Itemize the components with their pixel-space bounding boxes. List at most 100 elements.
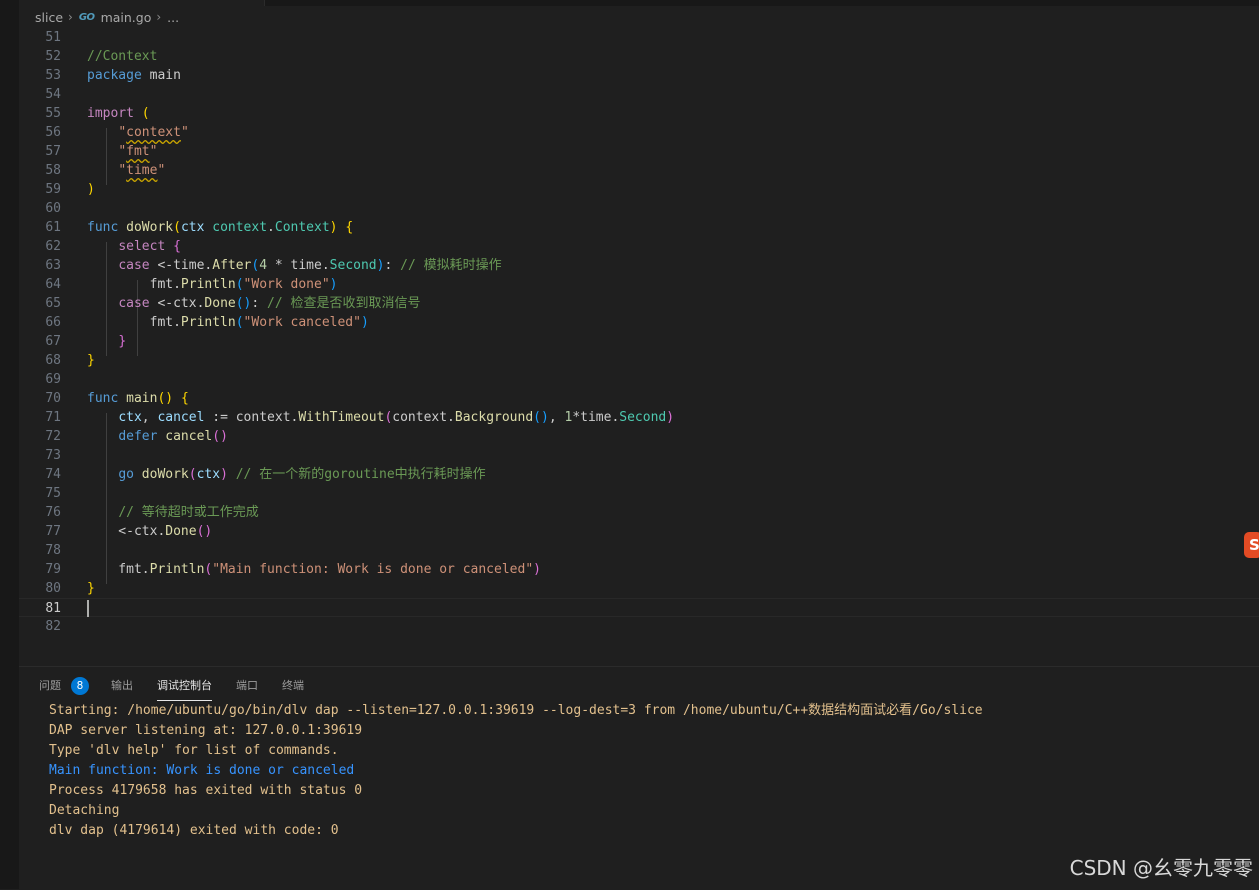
- line-number: 54: [45, 87, 61, 102]
- code-token: context: [126, 125, 181, 140]
- code-line[interactable]: 77 <-ctx.Done(): [19, 522, 1259, 541]
- line-code: import (: [87, 104, 150, 123]
- sogou-ime-icon[interactable]: S: [1244, 532, 1259, 558]
- code-token: 4: [259, 258, 268, 273]
- code-token: context.: [392, 410, 455, 425]
- code-token: doWork: [141, 467, 189, 482]
- line-code: // 等待超时或工作完成: [87, 503, 258, 522]
- code-line[interactable]: 82: [19, 617, 1259, 636]
- code-line[interactable]: 81: [19, 598, 1259, 617]
- breadcrumb-file[interactable]: main.go: [101, 10, 152, 25]
- activity-bar: [0, 0, 19, 889]
- tab-output[interactable]: 输出: [111, 678, 133, 700]
- code-token: ": [118, 144, 127, 159]
- code-line[interactable]: 61 func doWork(ctx context.Context) {: [19, 218, 1259, 237]
- breadcrumb-folder[interactable]: slice: [35, 10, 63, 25]
- line-code: //Context: [87, 47, 157, 66]
- code-token: ctx: [118, 410, 142, 425]
- line-number: 60: [45, 201, 61, 216]
- line-number: 52: [45, 49, 61, 64]
- console-line: DAP server listening at: 127.0.0.1:39619: [49, 723, 363, 738]
- code-line[interactable]: 71 ctx, cancel := context.WithTimeout(co…: [19, 408, 1259, 427]
- code-line[interactable]: 74 go doWork(ctx) // 在一个新的goroutine中执行耗时…: [19, 465, 1259, 484]
- breadcrumb-symbols[interactable]: ...: [167, 10, 179, 25]
- code-line[interactable]: 66 fmt.Println("Work canceled"): [19, 313, 1259, 332]
- code-line[interactable]: 60: [19, 199, 1259, 218]
- line-number: 69: [45, 372, 61, 387]
- code-line[interactable]: 56 "context": [19, 123, 1259, 142]
- tab-problems[interactable]: 问题: [39, 678, 61, 700]
- code-line[interactable]: 59): [19, 180, 1259, 199]
- code-editor[interactable]: 51 52//Context 53 package main 54 55 import (5…: [19, 28, 1259, 666]
- line-number: 61: [45, 220, 61, 235]
- code-token: After: [212, 258, 252, 273]
- line-number: 57: [45, 144, 61, 159]
- code-token: Done: [165, 524, 197, 539]
- code-token: ,: [141, 410, 158, 425]
- code-token: ": [118, 163, 127, 178]
- code-line[interactable]: 62 select {: [19, 237, 1259, 256]
- code-token: ): [533, 562, 541, 577]
- tab-debug-console[interactable]: 调试控制台: [157, 678, 212, 701]
- code-line[interactable]: 51: [19, 28, 1259, 47]
- line-number: 62: [45, 239, 61, 254]
- code-token: (: [235, 315, 244, 330]
- line-code: }: [87, 351, 95, 370]
- code-token: fmt.: [87, 315, 181, 330]
- code-token: }: [118, 334, 127, 349]
- line-number: 53: [45, 68, 61, 83]
- code-line[interactable]: 76 // 等待超时或工作完成: [19, 503, 1259, 522]
- problems-count-badge: 8: [71, 677, 89, 695]
- code-line[interactable]: 52 //Context: [19, 47, 1259, 66]
- line-code: defer cancel(): [87, 427, 228, 446]
- code-line[interactable]: 53 package main: [19, 66, 1259, 85]
- tab-ports[interactable]: 端口: [236, 678, 258, 700]
- code-line[interactable]: 75: [19, 484, 1259, 503]
- line-code: <-ctx.Done(): [87, 522, 212, 541]
- code-line[interactable]: 73: [19, 446, 1259, 465]
- code-token: main: [141, 68, 181, 83]
- code-token: func: [87, 391, 119, 406]
- code-line[interactable]: 78: [19, 541, 1259, 560]
- tab-terminal[interactable]: 终端: [282, 678, 304, 700]
- code-line[interactable]: 69: [19, 370, 1259, 389]
- code-line[interactable]: 80}: [19, 579, 1259, 598]
- line-code: }: [87, 332, 126, 351]
- code-line[interactable]: 55 import (: [19, 104, 1259, 123]
- code-token: go: [118, 467, 134, 482]
- line-number: 67: [45, 334, 61, 349]
- code-token: // 检查是否收到取消信号: [267, 296, 421, 311]
- line-code: }: [87, 579, 95, 598]
- code-token: (): [196, 524, 213, 539]
- code-line[interactable]: 63 case <-time.After(4 * time.Second): /…: [19, 256, 1259, 275]
- code-token: WithTimeout: [298, 410, 385, 425]
- panel-tabs: 问题 8 输出 调试控制台 端口 终端: [19, 667, 1259, 705]
- code-token: (: [188, 467, 197, 482]
- code-line[interactable]: 64 fmt.Println("Work done"): [19, 275, 1259, 294]
- code-line[interactable]: 70 func main() {: [19, 389, 1259, 408]
- console-line: Process 4179658 has exited with status 0: [49, 783, 363, 798]
- code-token: select: [118, 239, 166, 254]
- line-number: 56: [45, 125, 61, 140]
- line-code: go doWork(ctx) // 在一个新的goroutine中执行耗时操作: [87, 465, 485, 484]
- code-token: ): [87, 182, 95, 197]
- code-line[interactable]: 67 }: [19, 332, 1259, 351]
- code-line[interactable]: 68}: [19, 351, 1259, 370]
- code-token: Second: [619, 410, 667, 425]
- code-line[interactable]: 65 case <-ctx.Done(): // 检查是否收到取消信号: [19, 294, 1259, 313]
- code-line[interactable]: 57 "fmt": [19, 142, 1259, 161]
- code-token: Println: [180, 277, 236, 292]
- text-cursor: [87, 600, 89, 617]
- code-line[interactable]: 79 fmt.Println("Main function: Work is d…: [19, 560, 1259, 579]
- line-number: 51: [45, 30, 61, 45]
- code-line[interactable]: 54: [19, 85, 1259, 104]
- code-line[interactable]: 72 defer cancel(): [19, 427, 1259, 446]
- code-line[interactable]: 58 "time": [19, 161, 1259, 180]
